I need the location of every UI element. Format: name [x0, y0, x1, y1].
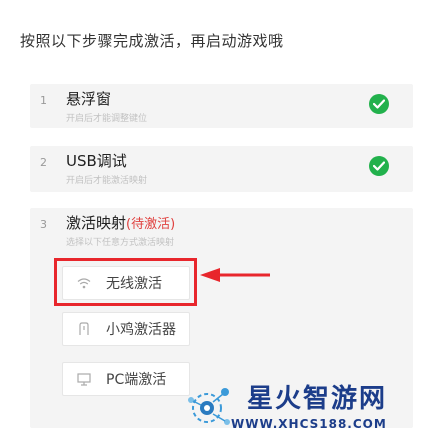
step-title: 悬浮窗 [66, 90, 112, 108]
step-title: USB调试 [66, 152, 127, 170]
pending-status: (待激活) [126, 217, 176, 232]
page-title: 按照以下步骤完成激活，再启动游戏哦 [20, 32, 284, 50]
step-floating-window[interactable]: 1 悬浮窗 开启后才能调整键位 [30, 84, 413, 128]
step-subtitle: 开启后才能激活映射 [66, 176, 148, 186]
step-number: 2 [40, 156, 47, 169]
option-label: PC端激活 [106, 372, 167, 388]
chick-icon [76, 321, 92, 337]
check-icon [369, 94, 389, 114]
monitor-icon [76, 371, 92, 387]
option-label: 小鸡激活器 [106, 322, 176, 338]
step-subtitle: 选择以下任意方式激活映射 [66, 238, 175, 248]
watermark: 星火智游网 WWW.XHCS188.COM [183, 376, 431, 437]
step-title-text: 激活映射 [66, 214, 127, 232]
pointer-arrow-icon [200, 268, 270, 282]
highlight-box [54, 258, 197, 306]
step-subtitle: 开启后才能调整键位 [66, 114, 148, 124]
watermark-title: 星火智游网 [247, 384, 388, 414]
step-number: 1 [40, 94, 47, 107]
step-number: 3 [40, 218, 47, 231]
watermark-url: WWW.XHCS188.COM [231, 417, 387, 431]
check-icon [369, 156, 389, 176]
step-title: 激活映射(待激活) [66, 212, 175, 233]
step-usb-debugging[interactable]: 2 USB调试 开启后才能激活映射 [30, 146, 413, 192]
pc-activate-button[interactable]: PC端激活 [62, 362, 190, 396]
chick-activator-button[interactable]: 小鸡激活器 [62, 312, 190, 346]
